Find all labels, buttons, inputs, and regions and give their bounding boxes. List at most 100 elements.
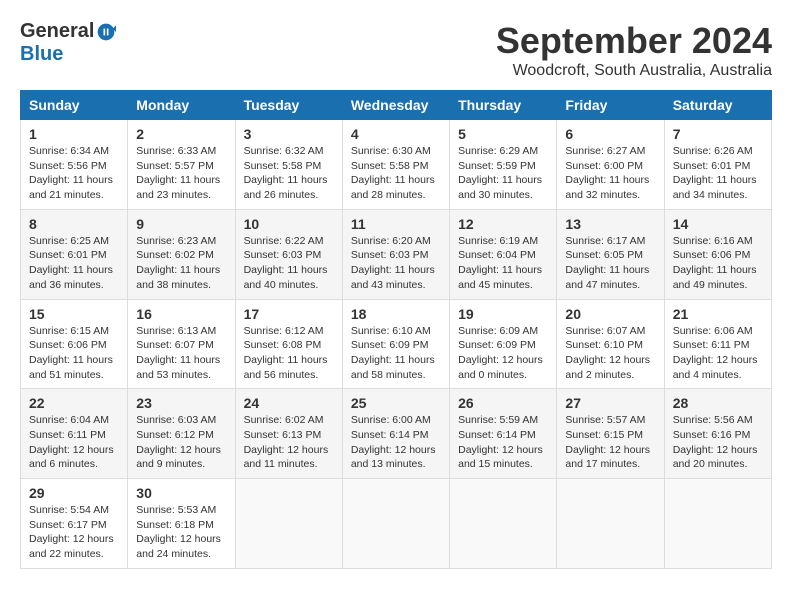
day-detail: Sunrise: 5:59 AMSunset: 6:14 PMDaylight:… (458, 413, 548, 472)
day-detail: Sunrise: 6:22 AMSunset: 6:03 PMDaylight:… (244, 234, 334, 293)
calendar-cell: 2 Sunrise: 6:33 AMSunset: 5:57 PMDayligh… (128, 120, 235, 210)
day-detail: Sunrise: 6:26 AMSunset: 6:01 PMDaylight:… (673, 144, 763, 203)
day-number: 27 (565, 395, 655, 411)
calendar-cell: 25 Sunrise: 6:00 AMSunset: 6:14 PMDaylig… (342, 389, 449, 479)
logo: General Blue (20, 20, 116, 66)
day-detail: Sunrise: 6:13 AMSunset: 6:07 PMDaylight:… (136, 324, 226, 383)
day-number: 16 (136, 306, 226, 322)
calendar-cell (557, 479, 664, 569)
day-detail: Sunrise: 6:20 AMSunset: 6:03 PMDaylight:… (351, 234, 441, 293)
day-number: 6 (565, 126, 655, 142)
day-detail: Sunrise: 5:53 AMSunset: 6:18 PMDaylight:… (136, 503, 226, 562)
calendar-table: SundayMondayTuesdayWednesdayThursdayFrid… (20, 90, 772, 569)
day-detail: Sunrise: 6:23 AMSunset: 6:02 PMDaylight:… (136, 234, 226, 293)
day-number: 13 (565, 216, 655, 232)
calendar-cell: 14 Sunrise: 6:16 AMSunset: 6:06 PMDaylig… (664, 209, 771, 299)
day-number: 10 (244, 216, 334, 232)
header-day-monday: Monday (128, 91, 235, 120)
day-number: 19 (458, 306, 548, 322)
calendar-cell (450, 479, 557, 569)
day-detail: Sunrise: 6:30 AMSunset: 5:58 PMDaylight:… (351, 144, 441, 203)
day-number: 11 (351, 216, 441, 232)
day-detail: Sunrise: 6:29 AMSunset: 5:59 PMDaylight:… (458, 144, 548, 203)
day-detail: Sunrise: 6:25 AMSunset: 6:01 PMDaylight:… (29, 234, 119, 293)
calendar-title: September 2024 (496, 20, 772, 62)
day-detail: Sunrise: 6:33 AMSunset: 5:57 PMDaylight:… (136, 144, 226, 203)
day-detail: Sunrise: 6:03 AMSunset: 6:12 PMDaylight:… (136, 413, 226, 472)
day-number: 12 (458, 216, 548, 232)
calendar-cell: 12 Sunrise: 6:19 AMSunset: 6:04 PMDaylig… (450, 209, 557, 299)
day-number: 20 (565, 306, 655, 322)
day-detail: Sunrise: 6:34 AMSunset: 5:56 PMDaylight:… (29, 144, 119, 203)
calendar-subtitle: Woodcroft, South Australia, Australia (496, 62, 772, 80)
calendar-cell (342, 479, 449, 569)
day-number: 28 (673, 395, 763, 411)
day-number: 18 (351, 306, 441, 322)
day-detail: Sunrise: 6:00 AMSunset: 6:14 PMDaylight:… (351, 413, 441, 472)
calendar-cell: 10 Sunrise: 6:22 AMSunset: 6:03 PMDaylig… (235, 209, 342, 299)
calendar-cell: 9 Sunrise: 6:23 AMSunset: 6:02 PMDayligh… (128, 209, 235, 299)
day-number: 25 (351, 395, 441, 411)
calendar-week-3: 15 Sunrise: 6:15 AMSunset: 6:06 PMDaylig… (21, 299, 772, 389)
day-number: 7 (673, 126, 763, 142)
logo-general-text: General (20, 20, 94, 43)
calendar-body: 1 Sunrise: 6:34 AMSunset: 5:56 PMDayligh… (21, 120, 772, 569)
calendar-cell: 27 Sunrise: 5:57 AMSunset: 6:15 PMDaylig… (557, 389, 664, 479)
header: General Blue September 2024 Woodcroft, S… (20, 20, 772, 80)
day-detail: Sunrise: 5:54 AMSunset: 6:17 PMDaylight:… (29, 503, 119, 562)
calendar-cell: 11 Sunrise: 6:20 AMSunset: 6:03 PMDaylig… (342, 209, 449, 299)
calendar-cell: 4 Sunrise: 6:30 AMSunset: 5:58 PMDayligh… (342, 120, 449, 210)
calendar-cell: 18 Sunrise: 6:10 AMSunset: 6:09 PMDaylig… (342, 299, 449, 389)
header-row: SundayMondayTuesdayWednesdayThursdayFrid… (21, 91, 772, 120)
calendar-cell: 6 Sunrise: 6:27 AMSunset: 6:00 PMDayligh… (557, 120, 664, 210)
calendar-cell: 15 Sunrise: 6:15 AMSunset: 6:06 PMDaylig… (21, 299, 128, 389)
day-detail: Sunrise: 6:16 AMSunset: 6:06 PMDaylight:… (673, 234, 763, 293)
day-number: 22 (29, 395, 119, 411)
calendar-cell: 7 Sunrise: 6:26 AMSunset: 6:01 PMDayligh… (664, 120, 771, 210)
day-number: 23 (136, 395, 226, 411)
day-detail: Sunrise: 6:19 AMSunset: 6:04 PMDaylight:… (458, 234, 548, 293)
day-number: 15 (29, 306, 119, 322)
day-number: 26 (458, 395, 548, 411)
calendar-cell: 16 Sunrise: 6:13 AMSunset: 6:07 PMDaylig… (128, 299, 235, 389)
calendar-week-2: 8 Sunrise: 6:25 AMSunset: 6:01 PMDayligh… (21, 209, 772, 299)
day-detail: Sunrise: 6:09 AMSunset: 6:09 PMDaylight:… (458, 324, 548, 383)
day-detail: Sunrise: 6:15 AMSunset: 6:06 PMDaylight:… (29, 324, 119, 383)
header-day-friday: Friday (557, 91, 664, 120)
calendar-cell: 1 Sunrise: 6:34 AMSunset: 5:56 PMDayligh… (21, 120, 128, 210)
day-detail: Sunrise: 6:12 AMSunset: 6:08 PMDaylight:… (244, 324, 334, 383)
calendar-cell: 29 Sunrise: 5:54 AMSunset: 6:17 PMDaylig… (21, 479, 128, 569)
day-number: 24 (244, 395, 334, 411)
calendar-cell: 3 Sunrise: 6:32 AMSunset: 5:58 PMDayligh… (235, 120, 342, 210)
day-number: 1 (29, 126, 119, 142)
day-number: 14 (673, 216, 763, 232)
day-detail: Sunrise: 6:10 AMSunset: 6:09 PMDaylight:… (351, 324, 441, 383)
day-number: 29 (29, 485, 119, 501)
calendar-cell (235, 479, 342, 569)
calendar-cell: 19 Sunrise: 6:09 AMSunset: 6:09 PMDaylig… (450, 299, 557, 389)
day-number: 2 (136, 126, 226, 142)
header-day-wednesday: Wednesday (342, 91, 449, 120)
calendar-cell: 5 Sunrise: 6:29 AMSunset: 5:59 PMDayligh… (450, 120, 557, 210)
header-day-thursday: Thursday (450, 91, 557, 120)
day-detail: Sunrise: 6:02 AMSunset: 6:13 PMDaylight:… (244, 413, 334, 472)
day-detail: Sunrise: 6:17 AMSunset: 6:05 PMDaylight:… (565, 234, 655, 293)
calendar-cell: 28 Sunrise: 5:56 AMSunset: 6:16 PMDaylig… (664, 389, 771, 479)
day-number: 17 (244, 306, 334, 322)
day-detail: Sunrise: 6:07 AMSunset: 6:10 PMDaylight:… (565, 324, 655, 383)
calendar-cell: 8 Sunrise: 6:25 AMSunset: 6:01 PMDayligh… (21, 209, 128, 299)
calendar-cell: 13 Sunrise: 6:17 AMSunset: 6:05 PMDaylig… (557, 209, 664, 299)
header-day-saturday: Saturday (664, 91, 771, 120)
calendar-cell: 17 Sunrise: 6:12 AMSunset: 6:08 PMDaylig… (235, 299, 342, 389)
calendar-cell: 20 Sunrise: 6:07 AMSunset: 6:10 PMDaylig… (557, 299, 664, 389)
header-day-tuesday: Tuesday (235, 91, 342, 120)
day-number: 5 (458, 126, 548, 142)
calendar-cell: 23 Sunrise: 6:03 AMSunset: 6:12 PMDaylig… (128, 389, 235, 479)
calendar-cell: 24 Sunrise: 6:02 AMSunset: 6:13 PMDaylig… (235, 389, 342, 479)
day-number: 30 (136, 485, 226, 501)
calendar-cell: 26 Sunrise: 5:59 AMSunset: 6:14 PMDaylig… (450, 389, 557, 479)
header-day-sunday: Sunday (21, 91, 128, 120)
day-detail: Sunrise: 6:06 AMSunset: 6:11 PMDaylight:… (673, 324, 763, 383)
calendar-header: SundayMondayTuesdayWednesdayThursdayFrid… (21, 91, 772, 120)
calendar-week-1: 1 Sunrise: 6:34 AMSunset: 5:56 PMDayligh… (21, 120, 772, 210)
